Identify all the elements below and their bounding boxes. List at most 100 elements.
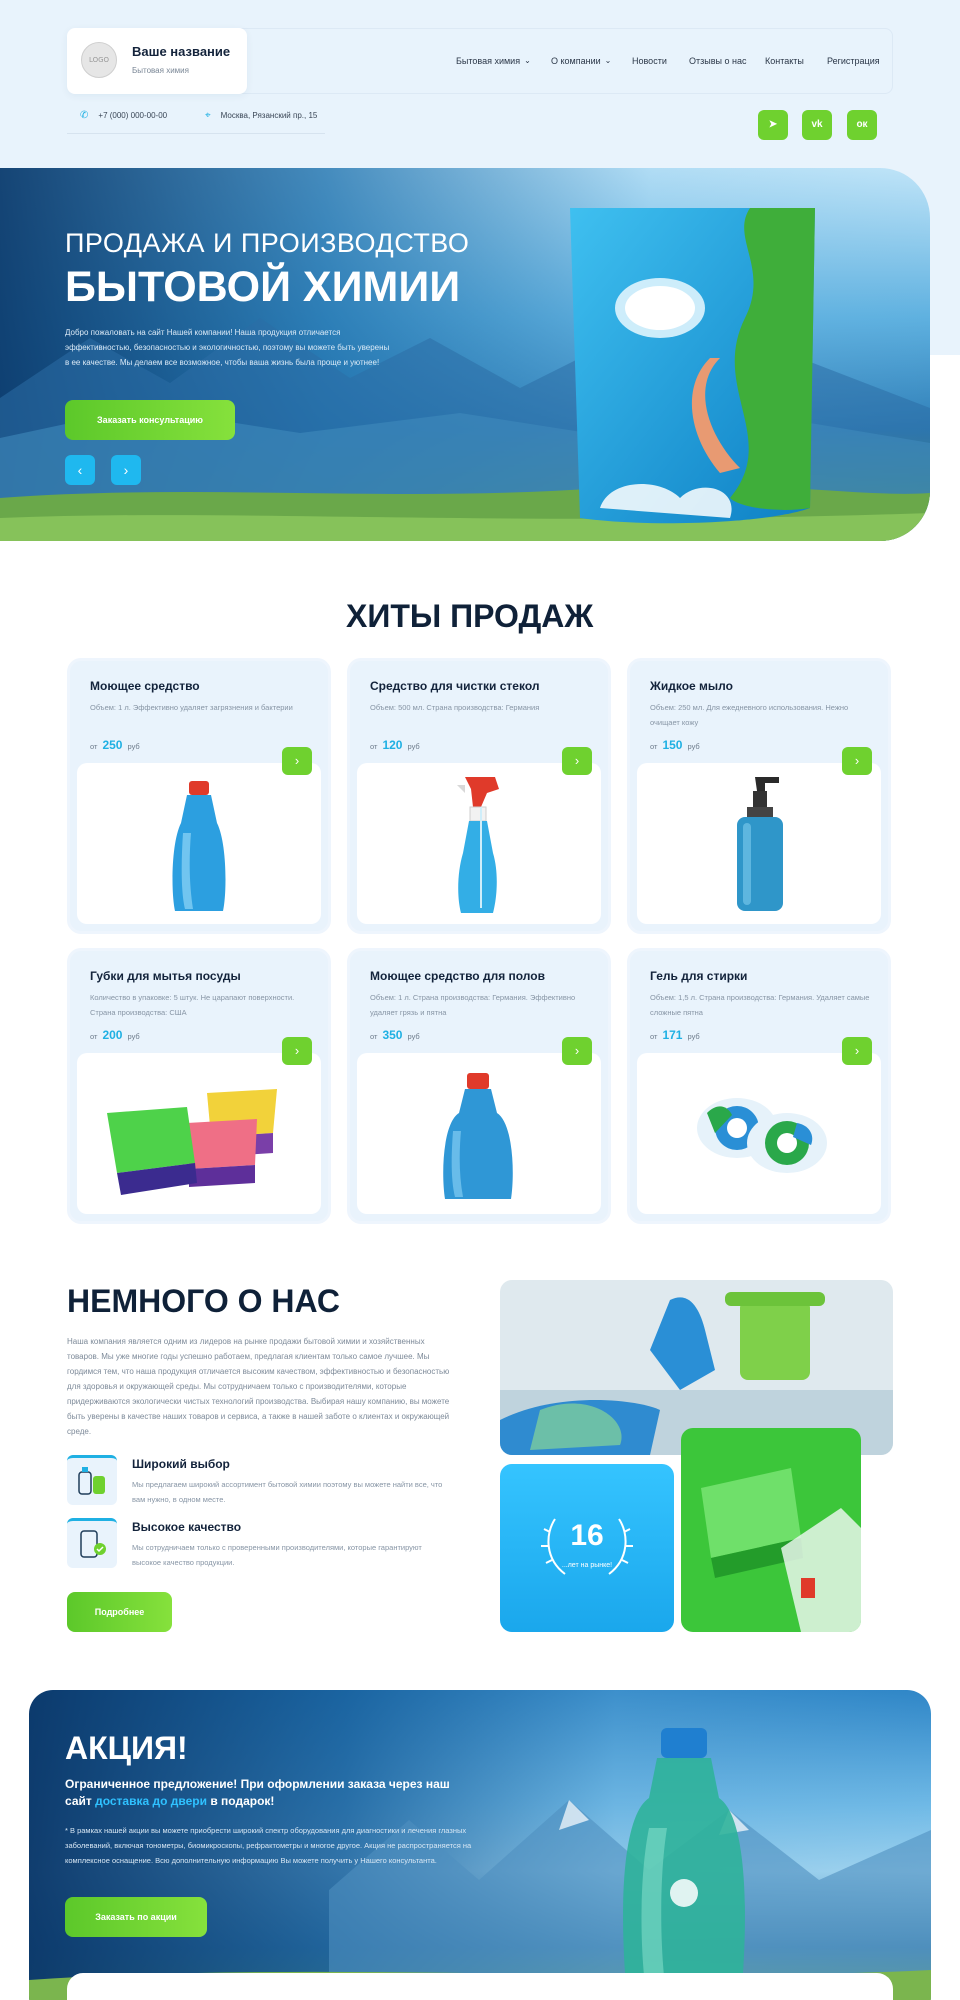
product-title: Жидкое мыло: [650, 679, 733, 693]
price-prefix: от: [650, 742, 658, 751]
nav-item-register[interactable]: Регистрация: [827, 56, 880, 70]
feature-title: Широкий выбор: [132, 1457, 230, 1471]
liquid-soap-dispenser-image: [737, 777, 783, 911]
price-value: 171: [662, 1028, 683, 1042]
product-card[interactable]: Гель для стирки Объем: 1,5 л. Страна про…: [627, 948, 891, 1224]
about-text: Наша компания является одним из лидеров …: [67, 1337, 450, 1436]
about-title: НЕМНОГО О НАС: [67, 1283, 340, 1319]
promo-order-button[interactable]: Заказать по акции: [65, 1897, 207, 1937]
product-image: [637, 763, 881, 924]
price-value: 200: [102, 1028, 123, 1042]
product-description: Объем: 1 л. Эффективно удаляет загрязнен…: [90, 703, 293, 712]
hero-title-line2: БЫТОВОЙ ХИМИИ: [65, 263, 461, 311]
sponges-image: [107, 1089, 277, 1195]
about-more-button[interactable]: Подробнее: [67, 1592, 172, 1632]
price-currency: руб: [127, 1032, 140, 1041]
logo-image: LOGO: [81, 42, 117, 78]
product-image: [77, 1053, 321, 1214]
product-title: Средство для чистки стекол: [370, 679, 540, 693]
product-description: Количество в упаковке: 5 штук. Не царапа…: [90, 993, 295, 1017]
vk-icon[interactable]: vk: [802, 110, 832, 140]
nav-item-household-chemicals[interactable]: Бытовая химия ⌄: [456, 56, 531, 70]
phone-contact[interactable]: ✆ +7 (000) 000-00-00: [80, 110, 167, 121]
price-currency: руб: [687, 742, 700, 751]
odnoklassniki-icon[interactable]: ок: [847, 110, 877, 140]
feature-description: Мы предлагаем широкий ассортимент бытово…: [132, 1480, 443, 1504]
product-description: Объем: 250 мл. Для ежедневного использов…: [650, 703, 849, 727]
detergent-package-image: [570, 208, 815, 524]
price-value: 250: [102, 738, 123, 752]
nav-item-news[interactable]: Новости: [632, 56, 667, 70]
product-open-button[interactable]: ›: [282, 1037, 312, 1065]
telegram-icon[interactable]: ➤: [758, 110, 788, 140]
spray-bottle-image: [457, 777, 499, 913]
years-label: ...лет на рынке!: [561, 1562, 613, 1569]
hero-description: Добро пожаловать на сайт Нашей компании!…: [65, 328, 390, 367]
feature-title: Высокое качество: [132, 1520, 242, 1534]
product-title: Моющее средство для полов: [370, 969, 545, 983]
nav-label: О компании: [551, 56, 601, 66]
price-currency: руб: [407, 742, 420, 751]
product-price: от 250 руб: [90, 738, 140, 752]
slider-prev-button[interactable]: ‹: [65, 455, 95, 485]
feature-description: Мы сотрудничаем только с проверенными пр…: [132, 1543, 422, 1567]
product-card[interactable]: Средство для чистки стекол Объем: 500 мл…: [347, 658, 611, 934]
contact-divider: [67, 133, 325, 134]
nav-item-reviews[interactable]: Отзывы о нас: [689, 56, 746, 70]
product-card[interactable]: Жидкое мыло Объем: 250 мл. Для ежедневно…: [627, 658, 891, 934]
product-card[interactable]: Моющее средство Объем: 1 л. Эффективно у…: [67, 658, 331, 934]
product-price: от 120 руб: [370, 738, 420, 752]
logo-card[interactable]: LOGO Ваше название Бытовая химия: [67, 28, 247, 94]
product-open-button[interactable]: ›: [842, 1037, 872, 1065]
quality-badge-icon: [67, 1518, 117, 1568]
promo-banner: АКЦИЯ! Ограниченное предложение! При офо…: [29, 1690, 931, 2000]
map-pin-icon: ⌖: [205, 110, 211, 121]
product-open-button[interactable]: ›: [282, 747, 312, 775]
product-price: от 200 руб: [90, 1028, 140, 1042]
years-on-market-badge: 16 ...лет на рынке!: [500, 1464, 674, 1632]
nav-item-contacts[interactable]: Контакты: [765, 56, 804, 70]
slider-next-button[interactable]: ›: [111, 455, 141, 485]
product-image: [77, 763, 321, 924]
floor-cleaner-bottle-image: [443, 1073, 513, 1199]
phone-number: +7 (000) 000-00-00: [98, 111, 168, 120]
address-contact: ⌖ Москва, Рязанский пр., 15: [205, 110, 317, 121]
bestsellers-title: ХИТЫ ПРОДАЖ: [346, 598, 594, 634]
product-title: Гель для стирки: [650, 969, 748, 983]
product-card[interactable]: Губки для мытья посуды Количество в упак…: [67, 948, 331, 1224]
years-number: 16: [570, 1519, 604, 1552]
product-price: от 150 руб: [650, 738, 700, 752]
product-title: Губки для мытья посуды: [90, 969, 241, 983]
hero-title-line1: ПРОДАЖА И ПРОИЗВОДСТВО: [65, 228, 470, 258]
price-currency: руб: [407, 1032, 420, 1041]
product-description: Объем: 500 мл. Страна производства: Герм…: [370, 703, 540, 712]
brand-subtitle: Бытовая химия: [132, 66, 189, 75]
nav-label: Бытовая химия: [456, 56, 521, 66]
detergent-bottle-image: [623, 1728, 745, 2000]
price-prefix: от: [650, 1032, 658, 1041]
product-card[interactable]: Моющее средство для полов Объем: 1 л. Ст…: [347, 948, 611, 1224]
price-value: 350: [382, 1028, 403, 1042]
product-price: от 350 руб: [370, 1028, 420, 1042]
promo-lead-text-end: в подарок!: [207, 1794, 275, 1808]
promo-title: АКЦИЯ!: [65, 1730, 188, 1766]
promo-lead-highlight: доставка до двери: [95, 1794, 207, 1808]
product-open-button[interactable]: ›: [562, 1037, 592, 1065]
promo-note: * В рамках нашей акции вы можете приобре…: [65, 1826, 472, 1865]
hero-banner: ПРОДАЖА И ПРОИЗВОДСТВО БЫТОВОЙ ХИМИИ Доб…: [0, 168, 930, 541]
product-open-button[interactable]: ›: [562, 747, 592, 775]
product-open-button[interactable]: ›: [842, 747, 872, 775]
nav-item-about[interactable]: О компании ⌄: [551, 56, 611, 70]
brand-name: Ваше название: [132, 44, 231, 59]
price-value: 120: [382, 738, 403, 752]
consultation-button[interactable]: Заказать консультацию: [65, 400, 235, 440]
product-price: от 171 руб: [650, 1028, 700, 1042]
product-image: [637, 1053, 881, 1214]
address-text: Москва, Рязанский пр., 15: [220, 111, 318, 120]
price-prefix: от: [370, 1032, 378, 1041]
price-prefix: от: [90, 1032, 98, 1041]
bottles-icon: [67, 1455, 117, 1505]
phone-icon: ✆: [80, 110, 89, 121]
product-title: Моющее средство: [90, 679, 200, 693]
dish-soap-bottle-image: [172, 781, 226, 911]
